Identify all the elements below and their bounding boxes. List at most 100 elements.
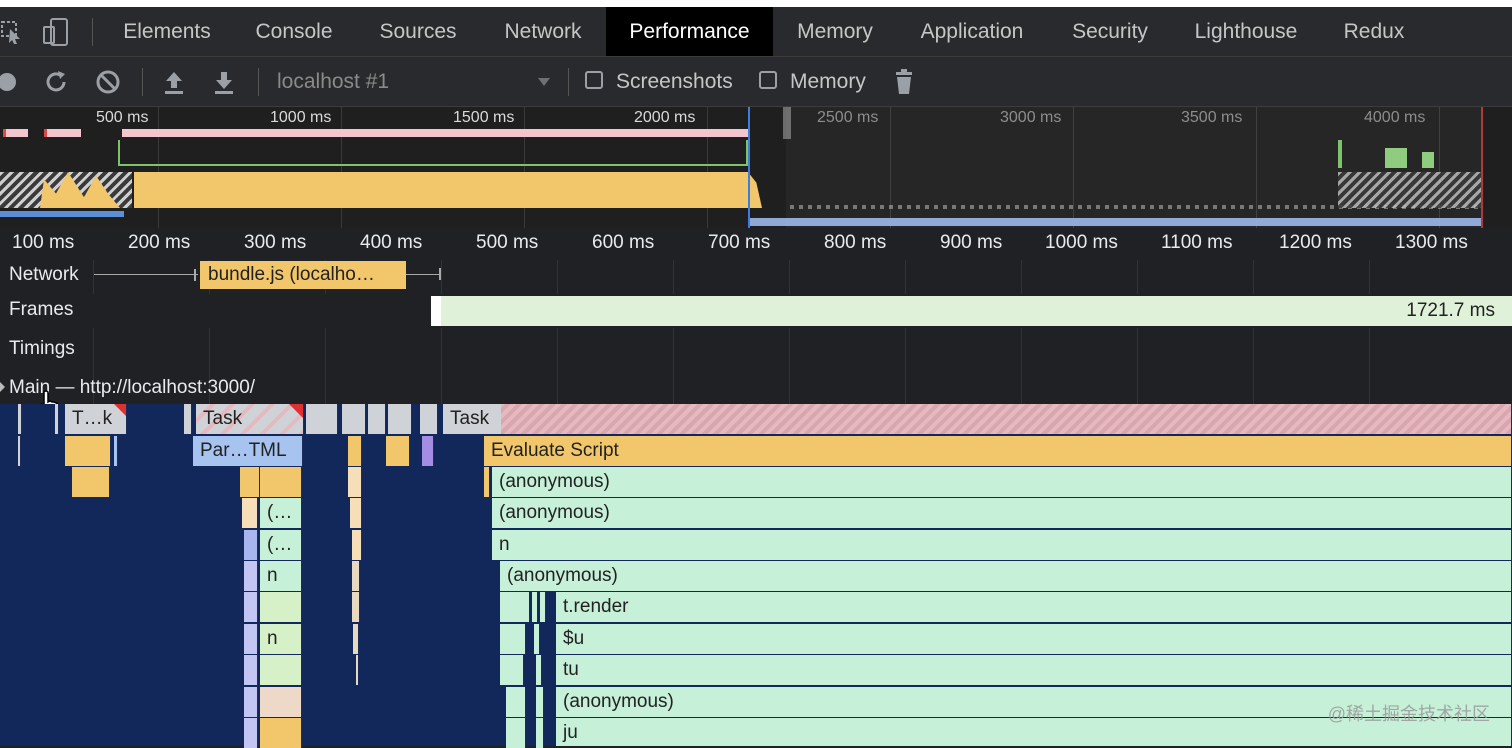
memory-checkbox[interactable] [759, 71, 777, 89]
call-block[interactable] [260, 592, 302, 622]
inspect-element-icon[interactable] [0, 14, 24, 50]
task-block[interactable] [420, 404, 438, 434]
anonymous-call-block[interactable]: (… [260, 498, 302, 528]
call-block[interactable] [348, 467, 362, 497]
network-request-bundle[interactable]: bundle.js (localho… [200, 261, 406, 289]
ruler-tick: 500 ms [476, 232, 539, 253]
call-block[interactable] [500, 624, 526, 654]
scripting-block[interactable] [260, 718, 302, 748]
task-block[interactable]: Task [196, 404, 304, 434]
chevron-down-icon[interactable] [534, 57, 554, 106]
call-block[interactable] [244, 655, 258, 685]
anonymous-call-block[interactable]: (anonymous) [492, 498, 1512, 528]
task-block[interactable] [18, 404, 22, 434]
call-block[interactable] [352, 530, 362, 560]
ruler-tick: 800 ms [824, 232, 887, 253]
function-call-block[interactable]: n [260, 561, 302, 591]
reload-profile-icon[interactable] [40, 57, 72, 106]
anonymous-call-block[interactable]: (anonymous) [500, 561, 1512, 591]
call-block[interactable] [114, 436, 118, 466]
call-block[interactable] [352, 592, 360, 622]
call-block[interactable] [532, 592, 538, 622]
call-block[interactable] [18, 436, 21, 466]
scripting-block[interactable] [65, 436, 111, 466]
expand-triangle-icon[interactable] [0, 382, 5, 392]
anonymous-call-block[interactable]: (… [260, 530, 302, 560]
call-block[interactable] [500, 592, 530, 622]
call-block[interactable] [244, 530, 258, 560]
task-block-long[interactable]: Task [443, 404, 1512, 434]
call-block[interactable] [244, 561, 258, 591]
call-block[interactable] [536, 687, 544, 717]
call-block[interactable] [536, 655, 542, 685]
call-block[interactable] [506, 718, 526, 748]
tab-sources[interactable]: Sources [360, 7, 476, 56]
rendering-block[interactable] [422, 436, 434, 466]
tu-call-block[interactable]: tu [556, 655, 1512, 685]
frame-block[interactable] [441, 296, 1512, 326]
tab-performance[interactable]: Performance [606, 7, 773, 56]
screenshots-checkbox[interactable] [585, 71, 603, 89]
call-block[interactable] [242, 498, 258, 528]
network-track-label[interactable]: Network [9, 264, 79, 286]
su-call-block[interactable]: $u [556, 624, 1512, 654]
task-block[interactable] [55, 404, 59, 434]
task-block[interactable] [306, 404, 338, 434]
scripting-block[interactable] [72, 467, 110, 497]
call-block[interactable] [540, 592, 546, 622]
profile-select[interactable]: localhost #1 [277, 57, 389, 106]
evaluate-script-block[interactable]: Evaluate Script [484, 436, 1512, 466]
call-block[interactable] [352, 561, 360, 591]
scripting-block[interactable] [484, 467, 490, 497]
task-block[interactable] [368, 404, 386, 434]
scripting-block[interactable] [260, 467, 302, 497]
task-block[interactable] [342, 404, 366, 434]
tab-console[interactable]: Console [238, 7, 350, 56]
call-block[interactable] [353, 624, 359, 654]
record-icon[interactable] [0, 57, 18, 106]
tab-network[interactable]: Network [484, 7, 602, 56]
call-block[interactable] [244, 687, 258, 717]
anonymous-call-block[interactable]: (anonymous) [492, 467, 1512, 497]
clear-icon[interactable] [92, 57, 124, 106]
call-block[interactable] [244, 624, 258, 654]
overview-cpu-scripting [134, 172, 748, 208]
trash-icon[interactable] [892, 57, 916, 106]
parse-html-block[interactable]: Par…TML [193, 436, 303, 466]
call-block[interactable] [244, 592, 258, 622]
call-block[interactable] [260, 687, 302, 717]
render-call-block[interactable]: t.render [556, 592, 1512, 622]
overview-tick: 1500 ms [453, 109, 515, 126]
track-gridline [905, 260, 906, 404]
function-call-block[interactable]: n [260, 624, 302, 654]
function-call-block[interactable]: n [492, 530, 1512, 560]
track-gridline [789, 260, 790, 404]
tab-application[interactable]: Application [900, 7, 1044, 56]
save-profile-icon[interactable] [208, 57, 240, 106]
scripting-block[interactable] [348, 436, 362, 466]
call-block[interactable] [534, 624, 540, 654]
scripting-block[interactable] [240, 467, 260, 497]
task-block[interactable] [388, 404, 412, 434]
scripting-block[interactable] [386, 436, 410, 466]
load-profile-icon[interactable] [158, 57, 190, 106]
call-block[interactable] [536, 718, 544, 748]
overview-cpu-hatched [1338, 172, 1482, 208]
tab-lighthouse[interactable]: Lighthouse [1176, 7, 1316, 56]
call-block[interactable] [260, 655, 302, 685]
frames-track-label[interactable]: Frames [9, 299, 73, 321]
call-block[interactable] [506, 687, 526, 717]
overview-selection-marker[interactable] [748, 107, 750, 228]
tab-security[interactable]: Security [1052, 7, 1168, 56]
tab-memory[interactable]: Memory [780, 7, 890, 56]
tab-elements[interactable]: Elements [104, 7, 230, 56]
tab-redux[interactable]: Redux [1324, 7, 1424, 56]
call-block[interactable] [500, 655, 524, 685]
memory-label: Memory [790, 70, 866, 93]
ruler-tick: 1000 ms [1045, 232, 1118, 253]
device-toolbar-icon[interactable] [40, 14, 72, 50]
timings-track-label[interactable]: Timings [9, 338, 75, 360]
call-block[interactable] [244, 718, 258, 748]
call-block[interactable] [350, 498, 362, 528]
task-block[interactable] [184, 404, 192, 434]
